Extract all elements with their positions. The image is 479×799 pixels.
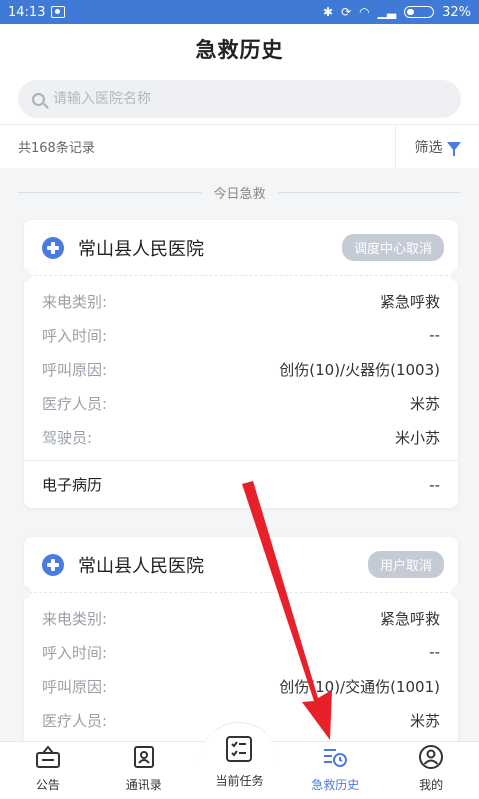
signal-icon: ▁▃	[377, 5, 397, 19]
section-title: 今日急救	[213, 186, 266, 202]
contacts-icon	[131, 744, 157, 770]
tab-contacts[interactable]: 通讯录	[96, 742, 192, 799]
status-badge: 用户取消	[367, 551, 444, 578]
search-section	[0, 74, 479, 124]
tab-label: 通讯录	[125, 778, 162, 792]
detail-row-driver: 驾驶员: 米小苏	[42, 428, 440, 447]
status-time: 14:13	[8, 4, 46, 20]
battery-percent: 32%	[442, 4, 471, 20]
hospital-name: 常山县人民医院	[78, 238, 204, 260]
wifi-icon: ◠	[359, 5, 370, 19]
page-header: 急救历史	[0, 24, 479, 74]
detail-row-call-time: 呼入时间: --	[42, 326, 440, 345]
bottom-tab-bar: 公告 通讯录 当前任务 急救历史 我的	[0, 722, 479, 799]
task-list-icon	[222, 734, 256, 764]
notification-icon	[51, 6, 66, 18]
bluetooth-icon: ✱	[323, 5, 334, 19]
tab-label: 公告	[35, 778, 60, 792]
detail-row-call-reason: 呼叫原因: 创伤(10)/火器伤(1003)	[42, 360, 440, 379]
filter-bar: 共168条记录 筛选	[0, 124, 479, 168]
detail-row-medical-staff: 医疗人员: 米苏	[42, 394, 440, 413]
search-icon	[32, 92, 45, 106]
search-input[interactable]	[53, 91, 447, 107]
card-header: 常山县人民医院 调度中心取消	[17, 220, 465, 282]
filter-label: 筛选	[414, 139, 443, 156]
emergency-record-card[interactable]: 常山县人民医院 调度中心取消 来电类别: 紧急呼救 呼入时间: -- 呼叫原因:…	[17, 220, 465, 508]
medical-cross-icon	[42, 236, 64, 259]
detail-row-call-type: 来电类别: 紧急呼救	[42, 609, 440, 628]
detail-row-call-reason: 呼叫原因: 创伤(10)/交通伤(1001)	[42, 677, 440, 696]
battery-icon	[404, 6, 435, 18]
electronic-record-row[interactable]: 电子病历 --	[24, 460, 458, 508]
sync-icon: ⟳	[341, 5, 352, 19]
tab-history[interactable]: 急救历史	[287, 742, 383, 799]
funnel-icon	[446, 142, 461, 156]
detail-row-call-type: 来电类别: 紧急呼救	[42, 292, 440, 311]
status-icons: ✱ ⟳ ◠ ▁▃ 32%	[323, 5, 471, 20]
tab-profile[interactable]: 我的	[383, 742, 479, 799]
hospital-name: 常山县人民医院	[78, 555, 204, 577]
detail-row-call-time: 呼入时间: --	[42, 643, 440, 662]
status-badge: 调度中心取消	[341, 234, 444, 261]
medical-cross-icon	[42, 553, 64, 576]
profile-icon	[418, 744, 444, 770]
search-box[interactable]	[18, 80, 461, 118]
card-details: 来电类别: 紧急呼救 呼入时间: -- 呼叫原因: 创伤(10)/火器伤(100…	[24, 276, 458, 460]
card-header: 常山县人民医院 用户取消	[17, 537, 465, 599]
tab-announcements[interactable]: 公告	[0, 742, 96, 799]
tab-current-task[interactable]: 当前任务	[192, 722, 288, 799]
filter-button[interactable]: 筛选	[395, 125, 479, 168]
tab-label: 当前任务	[215, 774, 264, 788]
card-details: 来电类别: 紧急呼救 呼入时间: -- 呼叫原因: 创伤(10)/交通伤(100…	[24, 593, 458, 743]
announcement-icon	[35, 744, 61, 770]
tab-label: 急救历史	[311, 778, 360, 792]
record-count: 共168条记录	[18, 141, 95, 156]
page-title: 急救历史	[195, 38, 284, 62]
status-bar: 14:13 ✱ ⟳ ◠ ▁▃ 32%	[0, 0, 479, 24]
history-icon	[322, 744, 348, 770]
section-divider: 今日急救	[18, 182, 462, 202]
tab-label: 我的	[419, 778, 444, 792]
